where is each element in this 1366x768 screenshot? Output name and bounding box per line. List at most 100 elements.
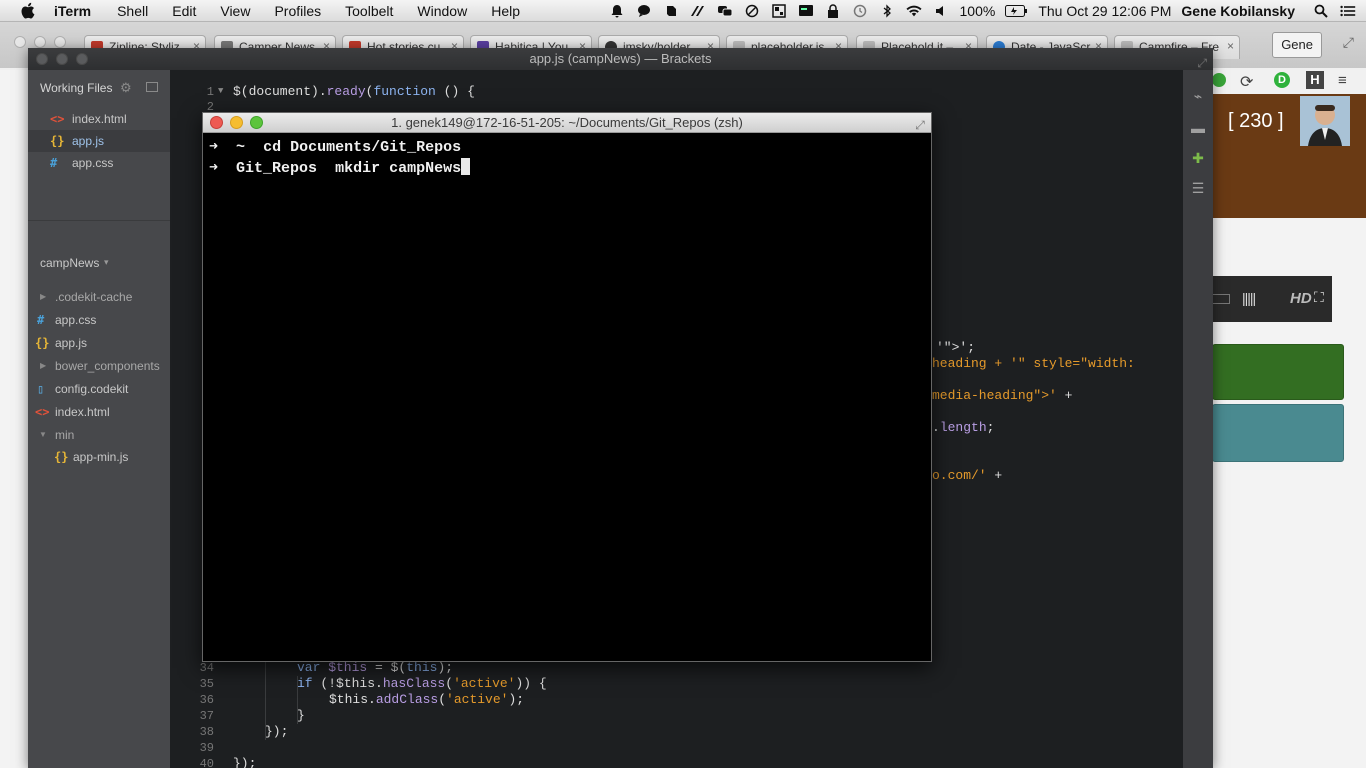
pocket-extension-icon[interactable]: D xyxy=(1274,72,1290,88)
working-file-item[interactable]: # app.css xyxy=(28,152,170,174)
iterm-zoom-button[interactable] xyxy=(250,116,263,129)
notification-center-icon[interactable] xyxy=(1340,4,1356,18)
terminal-command: cd Documents/Git_Repos xyxy=(263,139,462,156)
clock-text[interactable]: Thu Oct 29 12:06 PM xyxy=(1038,3,1171,19)
iterm-close-button[interactable] xyxy=(210,116,223,129)
brackets-minimize-light[interactable] xyxy=(56,53,68,65)
volume-bars-icon[interactable]: ||||| xyxy=(1242,290,1256,306)
fullscreen-icon[interactable]: ⛶ xyxy=(1314,289,1324,306)
code-line: $(document).ready(function () { xyxy=(233,84,475,99)
profile-button[interactable]: Gene xyxy=(1272,32,1322,58)
chrome-menu-icon[interactable]: ≡ xyxy=(1338,72,1347,89)
terminal-line: ➜ Git_Repos mkdir campNews xyxy=(209,158,471,177)
kindle-icon[interactable] xyxy=(690,4,706,18)
menu-help[interactable]: Help xyxy=(491,3,520,19)
tab-close-icon[interactable]: × xyxy=(1227,39,1234,53)
folder-expanded-arrow-icon[interactable]: ▼ xyxy=(39,424,47,446)
working-file-item-selected[interactable]: {} app.js xyxy=(28,130,170,152)
user-name[interactable]: Gene Kobilansky xyxy=(1181,3,1295,19)
video-controls-bar: ||||| HD ⛶ xyxy=(1212,276,1332,322)
video-progress-box[interactable] xyxy=(1212,294,1230,304)
tree-folder[interactable]: ▶ bower_components xyxy=(28,355,170,377)
brackets-title-bar: app.js (campNews) — Brackets ⤢ xyxy=(28,48,1213,70)
spotlight-search-icon[interactable] xyxy=(1313,4,1329,18)
brackets-zoom-light[interactable] xyxy=(76,53,88,65)
code-fragment: '">'; xyxy=(936,340,976,355)
battery-icon[interactable] xyxy=(1005,4,1028,18)
tree-folder[interactable]: ▶ .codekit-cache xyxy=(28,286,170,308)
desktop: iTerm Shell Edit View Profiles Toolbelt … xyxy=(0,0,1366,768)
iterm-fullscreen-icon[interactable]: ⤢ xyxy=(913,115,927,132)
iterm-title-bar: 1. genek149@172-16-51-205: ~/Documents/G… xyxy=(203,113,931,133)
page-header-banner: [ 230 ] xyxy=(1212,94,1366,218)
css-file-icon: # xyxy=(37,313,45,327)
working-file-item[interactable]: <> index.html xyxy=(28,108,170,130)
code-fragment: heading + '" style="width: xyxy=(932,356,1135,371)
bell-icon[interactable] xyxy=(609,4,625,18)
tree-file[interactable]: ▯ config.codekit xyxy=(28,378,170,400)
working-files-label: Working Files xyxy=(40,81,113,95)
tree-folder-open[interactable]: ▼ min xyxy=(28,424,170,446)
elephant-icon[interactable] xyxy=(663,4,679,18)
h-extension-icon[interactable]: H xyxy=(1306,71,1324,89)
line-number: 34 xyxy=(199,661,214,675)
fullscreen-arrows-icon[interactable]: ⤢ xyxy=(1343,34,1354,51)
avatar[interactable] xyxy=(1300,96,1350,146)
folder-collapsed-arrow-icon[interactable]: ▶ xyxy=(40,286,46,308)
apple-icon[interactable] xyxy=(20,2,36,19)
menu-app-name[interactable]: iTerm xyxy=(54,3,91,19)
grid-app-icon[interactable] xyxy=(771,4,787,18)
volume-icon[interactable] xyxy=(933,4,949,18)
indent-guide xyxy=(265,660,266,740)
tree-file[interactable]: # app.css xyxy=(28,309,170,331)
split-view-icon[interactable] xyxy=(146,82,158,92)
menu-shell[interactable]: Shell xyxy=(117,3,148,19)
brackets-close-light[interactable] xyxy=(36,53,48,65)
browser-minimize-light[interactable] xyxy=(34,36,46,48)
menu-profiles[interactable]: Profiles xyxy=(274,3,321,19)
blocked-icon[interactable] xyxy=(744,4,760,18)
hd-toggle[interactable]: HD xyxy=(1290,290,1312,307)
js-file-icon: {} xyxy=(54,450,69,464)
evernote-bubble-icon[interactable] xyxy=(636,4,652,18)
gear-icon[interactable]: ⚙ xyxy=(120,80,132,96)
line-number: 37 xyxy=(199,709,214,723)
status-area: 100% Thu Oct 29 12:06 PM Gene Kobilansky xyxy=(609,0,1366,22)
fold-arrow-icon[interactable]: ▼ xyxy=(218,86,223,96)
gift-icon[interactable]: ✚ xyxy=(1189,150,1207,166)
menu-toolbelt[interactable]: Toolbelt xyxy=(345,3,393,19)
menu-edit[interactable]: Edit xyxy=(172,3,196,19)
tree-file[interactable]: <> index.html xyxy=(28,401,170,423)
tree-item-name: app-min.js xyxy=(73,450,129,464)
project-name-dropdown[interactable]: campNews xyxy=(40,256,99,270)
iterm-window-title: 1. genek149@172-16-51-205: ~/Documents/G… xyxy=(391,115,743,130)
lock-icon[interactable] xyxy=(825,4,841,18)
wifi-icon[interactable] xyxy=(905,4,922,18)
green-panel[interactable] xyxy=(1212,344,1344,400)
extension-manager-icon[interactable]: ▬ xyxy=(1189,120,1207,136)
menu-window[interactable]: Window xyxy=(417,3,467,19)
messages-icon[interactable] xyxy=(717,4,733,18)
chevron-down-icon[interactable]: ▾ xyxy=(104,257,109,268)
extension-green-icon[interactable] xyxy=(1212,73,1226,87)
tree-file[interactable]: {} app.js xyxy=(28,332,170,354)
working-file-name: index.html xyxy=(72,112,127,126)
tree-file[interactable]: {} app-min.js xyxy=(28,446,170,468)
browser-zoom-light[interactable] xyxy=(54,36,66,48)
refresh-extension-icon[interactable]: ⟳ xyxy=(1240,72,1253,92)
terminal-session[interactable]: ➜ ~ cd Documents/Git_Repos ➜ Git_Repos m… xyxy=(203,133,931,661)
tree-item-name: config.codekit xyxy=(55,382,129,396)
browser-close-light[interactable] xyxy=(14,36,26,48)
iterm-minimize-button[interactable] xyxy=(230,116,243,129)
code-line: }); xyxy=(233,756,257,768)
monitor-icon[interactable] xyxy=(798,4,814,18)
iterm-window: 1. genek149@172-16-51-205: ~/Documents/G… xyxy=(202,112,932,662)
bluetooth-icon[interactable] xyxy=(879,4,895,18)
folder-collapsed-arrow-icon[interactable]: ▶ xyxy=(40,355,46,377)
live-preview-icon[interactable]: ⌁ xyxy=(1189,88,1207,104)
time-machine-icon[interactable] xyxy=(852,4,868,18)
menu-view[interactable]: View xyxy=(220,3,250,19)
teal-panel[interactable] xyxy=(1212,404,1344,462)
working-file-name: app.js xyxy=(72,134,105,148)
list-icon[interactable]: ☰ xyxy=(1189,180,1207,196)
